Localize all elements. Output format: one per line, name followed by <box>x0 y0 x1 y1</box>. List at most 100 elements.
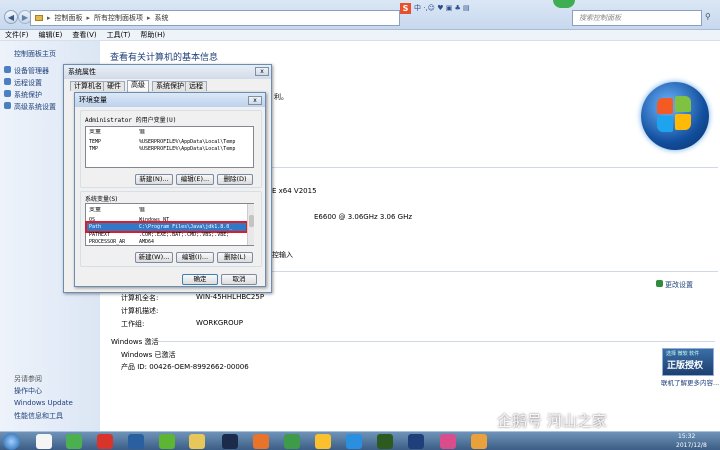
pen-touch-fragment: 控输入 <box>272 251 293 259</box>
wechat-icon[interactable] <box>159 434 175 449</box>
sys-var-value[interactable]: .COM;.EXE;.BAT;.CMD;.VBS;.VBE; <box>139 232 243 238</box>
breadcrumb-0[interactable]: 控制面板 <box>55 13 83 23</box>
system-new-button[interactable]: 新建(W)... <box>135 252 173 263</box>
system-variables-list[interactable]: 变量 值 OS Windows_NT Path C:\Program Files… <box>85 203 254 246</box>
workgroup-label: 工作组: <box>121 320 145 328</box>
env-title: 环境变量 <box>79 96 107 104</box>
tab-system-protection[interactable]: 系统保护 <box>152 81 188 91</box>
user-edit-button[interactable]: 编辑(E)... <box>176 174 214 185</box>
sys-var-value[interactable]: AMD64 <box>139 239 243 245</box>
app-icon[interactable] <box>97 434 113 449</box>
device-manager-link[interactable]: 设备管理器 <box>14 66 49 76</box>
shield-icon <box>656 280 663 287</box>
firefox-icon[interactable] <box>253 434 269 449</box>
sys-var-value[interactable]: C:\Program Files\Java\jdk1.8.0_ <box>139 224 243 230</box>
menu-help[interactable]: 帮助(H) <box>140 30 165 40</box>
ok-button[interactable]: 确定 <box>182 274 218 285</box>
sys-var-name[interactable]: PATHEXT <box>89 232 110 238</box>
system-protection-link[interactable]: 系统保护 <box>14 90 42 100</box>
product-id: 产品 ID: 00426-OEM-8992662-00006 <box>121 363 249 371</box>
ime-status-icons: 中 ·,☺ ♥ ▣ ♣ ▤ <box>414 4 470 12</box>
sys-var-name[interactable]: Path <box>89 224 101 230</box>
section-divider <box>268 271 718 272</box>
sys-var-name[interactable]: PROCESSOR_AR <box>89 239 125 245</box>
env-close-button[interactable]: x <box>248 96 262 105</box>
system-delete-button[interactable]: 删除(L) <box>217 252 253 263</box>
app-icon[interactable] <box>284 434 300 449</box>
chrome-icon[interactable] <box>315 434 331 449</box>
cancel-button[interactable]: 取消 <box>221 274 257 285</box>
search-input[interactable]: 搜索控制面板 <box>572 10 702 26</box>
shield-icon <box>4 102 11 109</box>
performance-link[interactable]: 性能信息和工具 <box>14 411 63 421</box>
col-value-header[interactable]: 值 <box>139 129 145 135</box>
system-properties-close-button[interactable]: x <box>255 67 269 76</box>
photoshop-icon[interactable] <box>222 434 238 449</box>
advanced-settings-link[interactable]: 高级系统设置 <box>14 102 56 112</box>
activation-status: Windows 已激活 <box>121 351 176 359</box>
windows-update-link[interactable]: Windows Update <box>14 399 73 407</box>
baidu-icon[interactable] <box>346 434 362 449</box>
user-var-value[interactable]: %USERPROFILE%\AppData\Local\Temp <box>139 146 251 152</box>
breadcrumb-1[interactable]: 所有控制面板项 <box>94 13 143 23</box>
shield-icon <box>4 78 11 85</box>
user-var-name[interactable]: TMP <box>89 146 98 152</box>
app-icon[interactable] <box>408 434 424 449</box>
remote-settings-link[interactable]: 远程设置 <box>14 78 42 88</box>
col-variable-header[interactable]: 变量 <box>89 207 101 213</box>
tab-advanced[interactable]: 高级 <box>127 80 149 92</box>
taskbar: 15:32 2017/12/8 <box>0 431 720 450</box>
back-button[interactable]: ◀ <box>4 10 18 24</box>
activation-title: Windows 激活 <box>111 338 159 346</box>
search-icon: ⚲ <box>705 12 711 21</box>
computer-name-label: 计算机全名: <box>121 294 159 302</box>
genuine-learn-more-link[interactable]: 联机了解更多内容... <box>661 377 719 387</box>
action-center-link[interactable]: 操作中心 <box>14 386 42 396</box>
app-icon[interactable] <box>440 434 456 449</box>
change-settings-link[interactable]: 更改设置 <box>665 280 693 290</box>
genuine-badge[interactable]: 选择 微软 软件 正版授权 <box>662 348 714 376</box>
tab-computer-name[interactable]: 计算机名 <box>70 81 106 91</box>
control-panel-home-link[interactable]: 控制面板主页 <box>14 49 56 59</box>
user-delete-button[interactable]: 删除(D) <box>217 174 253 185</box>
explorer-icon[interactable] <box>189 434 205 449</box>
clock-date[interactable]: 2017/12/8 <box>676 442 707 449</box>
dreamweaver-icon[interactable] <box>377 434 393 449</box>
version-fragment: E x64 V2015 <box>272 187 317 195</box>
edition-fragment: 利。 <box>274 93 288 101</box>
user-var-name[interactable]: TEMP <box>89 139 101 145</box>
start-button[interactable] <box>3 433 20 450</box>
app-icon[interactable] <box>471 434 487 449</box>
section-divider <box>155 341 715 342</box>
qq-icon[interactable] <box>36 434 52 449</box>
menu-edit[interactable]: 编辑(E) <box>39 30 63 40</box>
section-divider <box>268 167 718 168</box>
environment-variables-dialog: 环境变量 x Administrator 的用户变量(U) 变量 值 TEMP … <box>74 92 266 287</box>
system-variables-label: 系统变量(S) <box>85 196 118 203</box>
window-titlebar: ◀ ▶ ▸ 控制面板 ▸ 所有控制面板项 ▸ 系统 S 中 ·,☺ ♥ ▣ ♣ … <box>0 0 720 30</box>
user-variables-list[interactable]: 变量 值 TEMP %USERPROFILE%\AppData\Local\Te… <box>85 126 254 168</box>
address-bar[interactable]: ▸ 控制面板 ▸ 所有控制面板项 ▸ 系统 <box>30 10 400 26</box>
app-icon[interactable] <box>128 434 144 449</box>
tab-remote[interactable]: 远程 <box>185 81 207 91</box>
system-edit-button[interactable]: 编辑(I)... <box>176 252 214 263</box>
user-var-value[interactable]: %USERPROFILE%\AppData\Local\Temp <box>139 139 251 145</box>
col-variable-header[interactable]: 变量 <box>89 129 101 135</box>
menu-tools[interactable]: 工具(T) <box>107 30 131 40</box>
minimize-button[interactable] <box>553 0 575 8</box>
selected-path-row[interactable]: Path C:\Program Files\Java\jdk1.8.0_ <box>85 221 248 233</box>
col-value-header[interactable]: 值 <box>139 207 145 213</box>
menu-file[interactable]: 文件(F) <box>5 30 29 40</box>
cpu-fragment: E6600 @ 3.06GHz 3.06 GHz <box>314 213 413 221</box>
browser-icon[interactable] <box>66 434 82 449</box>
menu-view[interactable]: 查看(V) <box>72 30 96 40</box>
breadcrumb-2[interactable]: 系统 <box>155 13 169 23</box>
genuine-top-text: 选择 微软 软件 <box>666 351 700 357</box>
user-new-button[interactable]: 新建(N)... <box>135 174 173 185</box>
shield-icon <box>4 66 11 73</box>
ime-toolbar[interactable]: S 中 ·,☺ ♥ ▣ ♣ ▤ <box>400 2 500 14</box>
tab-hardware[interactable]: 硬件 <box>103 81 125 91</box>
scrollbar[interactable] <box>247 204 254 245</box>
clock-time[interactable]: 15:32 <box>678 433 695 440</box>
scrollbar-thumb[interactable] <box>249 215 254 227</box>
